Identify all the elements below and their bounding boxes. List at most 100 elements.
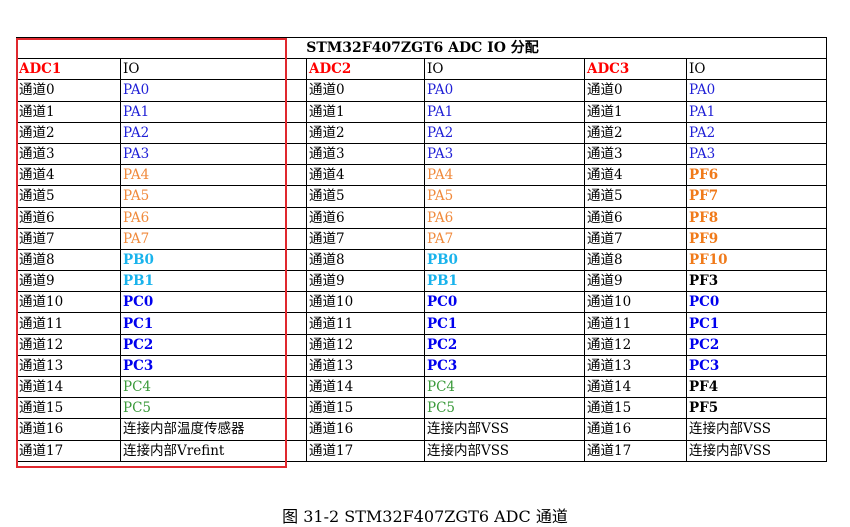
adc1-channel-cell: 通道17 bbox=[16, 439, 121, 462]
adc1-io-cell: PA5 bbox=[120, 185, 307, 208]
adc1-channel-cell: 通道7 bbox=[16, 227, 121, 250]
adc1-channel-cell: 通道5 bbox=[16, 185, 121, 208]
adc3-channel-cell: 通道0 bbox=[584, 79, 687, 102]
table-title-row: STM32F407ZGT6 ADC IO 分配 bbox=[15, 36, 828, 60]
adc2-channel-cell: 通道17 bbox=[306, 439, 425, 462]
table-row: 通道4 PA4 通道4 PA4 通道4 PF6 bbox=[16, 164, 828, 187]
table-title: STM32F407ZGT6 ADC IO 分配 bbox=[15, 36, 828, 60]
adc3-io-cell: PF10 bbox=[685, 248, 828, 272]
adc2-io-cell: PA3 bbox=[424, 142, 585, 166]
adc2-io-cell: 连接内部VSS bbox=[424, 418, 585, 441]
adc2-channel-cell: 通道13 bbox=[306, 354, 425, 378]
adc2-channel-cell: 通道15 bbox=[306, 397, 425, 420]
table-row: 通道10 PC0 通道10 PC0 通道10 PC0 bbox=[16, 291, 828, 314]
adc3-io-cell: PA2 bbox=[685, 121, 828, 144]
adc1-channel-cell: 通道1 bbox=[16, 100, 121, 123]
table-row: 通道17 连接内部Vrefint 通道17 连接内部VSS 通道17 连接内部VSS bbox=[16, 439, 828, 462]
adc3-io-cell: PC0 bbox=[685, 291, 828, 314]
table-row: 通道5 PA5 通道5 PA5 通道5 PF7 bbox=[16, 185, 828, 208]
adc3-io-cell: PA3 bbox=[685, 142, 828, 166]
table-row: 通道9 PB1 通道9 PB1 通道9 PF3 bbox=[16, 270, 828, 293]
adc1-io-cell: 连接内部温度传感器 bbox=[120, 418, 307, 441]
adc2-io-cell: PC2 bbox=[424, 333, 585, 356]
adc3-channel-cell: 通道7 bbox=[584, 227, 687, 250]
adc1-io-cell: PC4 bbox=[120, 375, 307, 399]
adc3-io-cell: PC3 bbox=[685, 354, 828, 378]
adc1-io-cell: PB1 bbox=[120, 270, 307, 293]
adc3-io-cell: 连接内部VSS bbox=[685, 418, 828, 441]
adc1-channel-cell: 通道10 bbox=[16, 291, 121, 314]
adc2-channel-cell: 通道12 bbox=[306, 333, 425, 356]
adc3-io-cell: PA1 bbox=[685, 100, 828, 123]
header-io-adc1: IO bbox=[120, 58, 307, 81]
adc2-io-cell: PC4 bbox=[424, 375, 585, 399]
adc1-io-cell: PC2 bbox=[120, 333, 307, 356]
adc2-io-cell: PA0 bbox=[424, 79, 585, 102]
adc3-io-cell: PF8 bbox=[685, 206, 828, 229]
adc3-io-cell: PA0 bbox=[685, 79, 828, 102]
adc1-io-cell: 连接内部Vrefint bbox=[120, 439, 307, 462]
table-row: 通道13 PC3 通道13 PC3 通道13 PC3 bbox=[16, 354, 828, 378]
table-row: 通道11 PC1 通道11 PC1 通道11 PC1 bbox=[16, 312, 828, 335]
adc2-io-cell: PC0 bbox=[424, 291, 585, 314]
adc3-io-cell: 连接内部VSS bbox=[685, 439, 828, 462]
header-io-adc3: IO bbox=[685, 58, 828, 81]
adc1-channel-cell: 通道2 bbox=[16, 121, 121, 144]
table-row: 通道6 PA6 通道6 PA6 通道6 PF8 bbox=[16, 206, 828, 229]
adc2-io-cell: PA2 bbox=[424, 121, 585, 144]
table-row: 通道12 PC2 通道12 PC2 通道12 PC2 bbox=[16, 333, 828, 356]
table-row: 通道1 PA1 通道1 PA1 通道1 PA1 bbox=[16, 100, 828, 123]
adc3-channel-cell: 通道8 bbox=[584, 248, 687, 272]
adc1-channel-cell: 通道6 bbox=[16, 206, 121, 229]
adc1-channel-cell: 通道12 bbox=[16, 333, 121, 356]
adc1-io-cell: PA0 bbox=[120, 79, 307, 102]
adc2-channel-cell: 通道1 bbox=[306, 100, 425, 123]
table-header-row: ADC1 IO ADC2 IO ADC3 IO bbox=[16, 58, 828, 81]
adc2-channel-cell: 通道11 bbox=[306, 312, 425, 335]
adc1-io-cell: PC3 bbox=[120, 354, 307, 378]
adc2-io-cell: 连接内部VSS bbox=[424, 439, 585, 462]
adc3-io-cell: PF3 bbox=[685, 270, 828, 293]
adc2-channel-cell: 通道2 bbox=[306, 121, 425, 144]
header-adc1: ADC1 bbox=[16, 58, 121, 81]
adc3-channel-cell: 通道4 bbox=[584, 164, 687, 187]
adc1-channel-cell: 通道3 bbox=[16, 142, 121, 166]
document-page: STM32F407ZGT6 ADC IO 分配 ADC1 IO ADC2 IO … bbox=[0, 0, 850, 526]
adc3-io-cell: PF9 bbox=[685, 227, 828, 250]
header-adc2: ADC2 bbox=[306, 58, 425, 81]
adc-io-table-body: STM32F407ZGT6 ADC IO 分配 ADC1 IO ADC2 IO … bbox=[15, 36, 828, 462]
adc3-io-cell: PF4 bbox=[685, 375, 828, 399]
adc3-channel-cell: 通道17 bbox=[584, 439, 687, 462]
header-adc3: ADC3 bbox=[584, 58, 687, 81]
adc2-channel-cell: 通道14 bbox=[306, 375, 425, 399]
adc1-io-cell: PB0 bbox=[120, 248, 307, 272]
adc3-channel-cell: 通道1 bbox=[584, 100, 687, 123]
adc1-channel-cell: 通道9 bbox=[16, 270, 121, 293]
adc1-channel-cell: 通道14 bbox=[16, 375, 121, 399]
adc3-io-cell: PC2 bbox=[685, 333, 828, 356]
table-row: 通道16 连接内部温度传感器 通道16 连接内部VSS 通道16 连接内部VSS bbox=[16, 418, 828, 441]
adc2-io-cell: PB1 bbox=[424, 270, 585, 293]
adc3-channel-cell: 通道16 bbox=[584, 418, 687, 441]
adc2-io-cell: PA4 bbox=[424, 164, 585, 187]
adc1-io-cell: PA7 bbox=[120, 227, 307, 250]
adc3-channel-cell: 通道13 bbox=[584, 354, 687, 378]
adc2-channel-cell: 通道9 bbox=[306, 270, 425, 293]
table-row: 通道7 PA7 通道7 PA7 通道7 PF9 bbox=[16, 227, 828, 250]
adc3-io-cell: PF6 bbox=[685, 164, 828, 187]
adc1-io-cell: PC5 bbox=[120, 397, 307, 420]
table-row: 通道0 PA0 通道0 PA0 通道0 PA0 bbox=[16, 79, 828, 102]
adc2-io-cell: PC1 bbox=[424, 312, 585, 335]
adc3-channel-cell: 通道9 bbox=[584, 270, 687, 293]
adc1-channel-cell: 通道16 bbox=[16, 418, 121, 441]
adc2-io-cell: PA6 bbox=[424, 206, 585, 229]
adc2-channel-cell: 通道4 bbox=[306, 164, 425, 187]
adc1-channel-cell: 通道11 bbox=[16, 312, 121, 335]
table-row: 通道3 PA3 通道3 PA3 通道3 PA3 bbox=[16, 142, 828, 166]
adc2-channel-cell: 通道8 bbox=[306, 248, 425, 272]
adc2-io-cell: PA5 bbox=[424, 185, 585, 208]
adc3-io-cell: PF5 bbox=[685, 397, 828, 420]
adc2-channel-cell: 通道6 bbox=[306, 206, 425, 229]
adc1-channel-cell: 通道4 bbox=[16, 164, 121, 187]
table-row: 通道2 PA2 通道2 PA2 通道2 PA2 bbox=[16, 121, 828, 144]
